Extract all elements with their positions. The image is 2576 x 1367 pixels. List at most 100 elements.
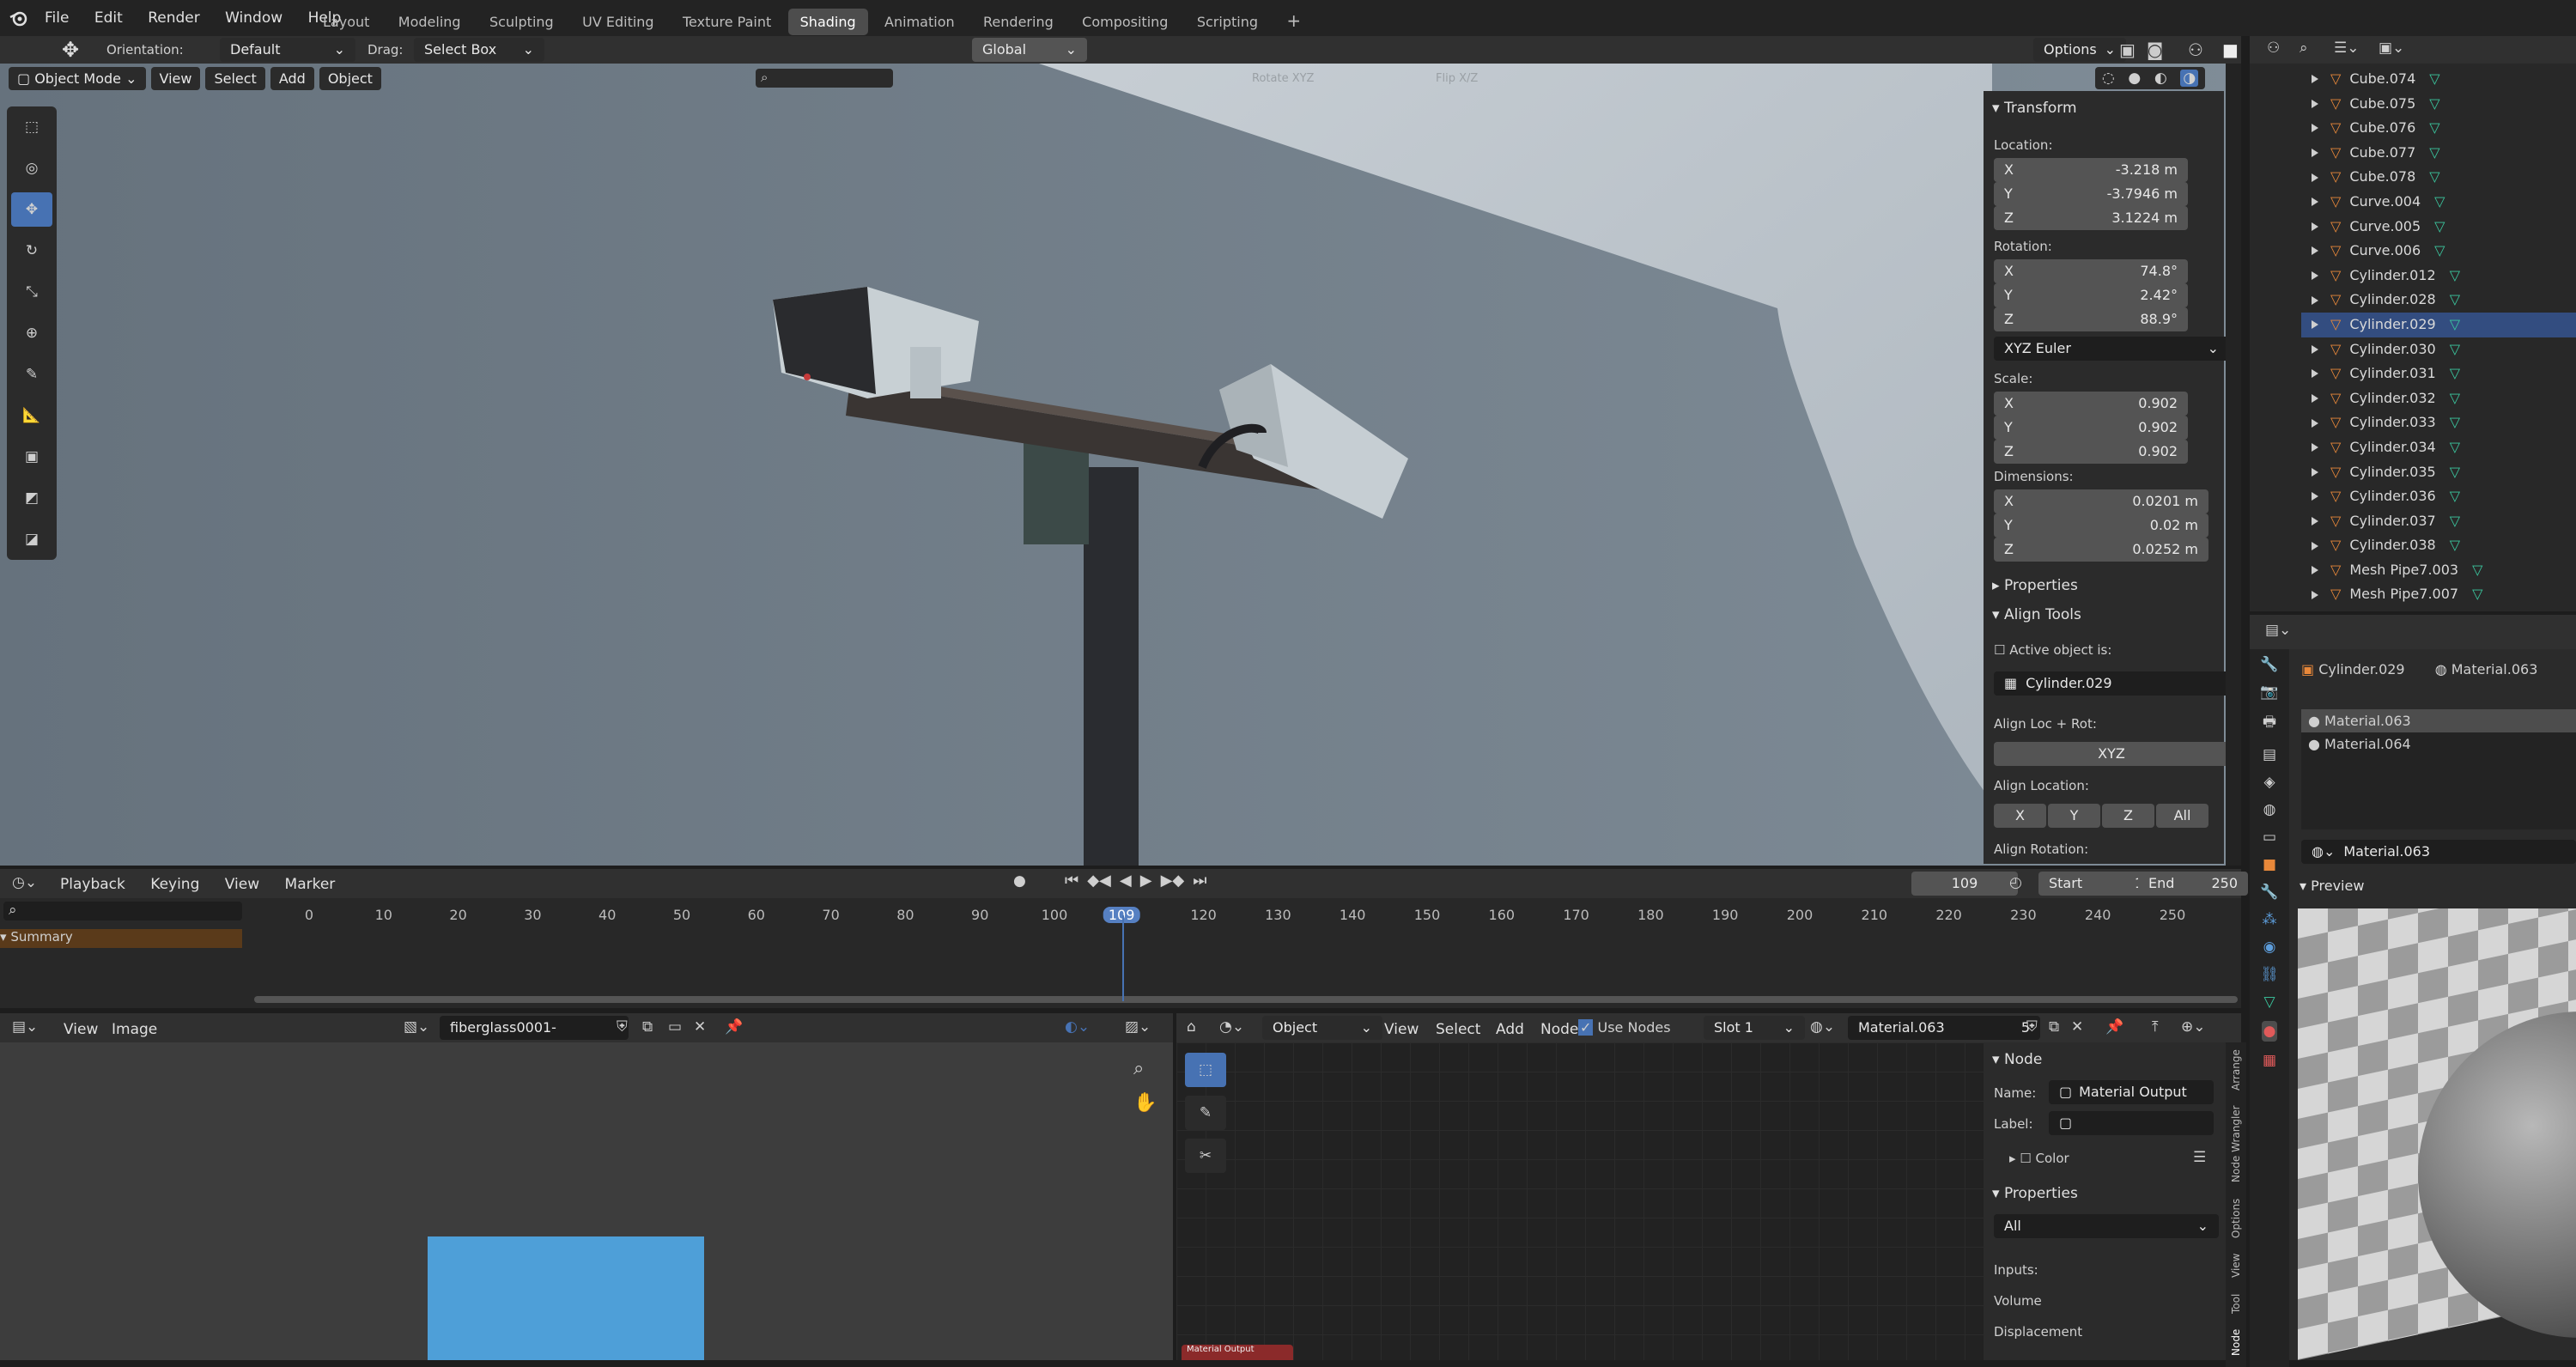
outliner-item[interactable]: ▽ Cylinder.012 ▽	[2301, 264, 2576, 289]
expand-arrow-icon[interactable]	[2312, 173, 2318, 182]
snap-icon[interactable]: ⊕⌄	[2181, 1018, 2206, 1036]
image-editor-icon[interactable]: ▤⌄	[12, 1018, 38, 1036]
material-tab-icon[interactable]: ●	[2261, 1021, 2278, 1042]
expand-arrow-icon[interactable]	[2312, 124, 2318, 133]
rotation-z-field[interactable]: Z 88.9°	[1994, 307, 2188, 331]
clock-icon[interactable]: ◴	[2009, 874, 2022, 891]
expand-arrow-icon[interactable]	[2312, 344, 2318, 354]
node-label-field[interactable]: ▢	[2049, 1111, 2214, 1135]
tab-options[interactable]: Options	[2230, 1198, 2242, 1237]
view-mode-icon[interactable]: ▨⌄	[1125, 1018, 1151, 1036]
filter-icon[interactable]: ⌕	[2300, 39, 2308, 57]
node-link-cut-tool-icon[interactable]: ✂	[1185, 1139, 1226, 1173]
orientation-dropdown[interactable]: Default ⌄	[220, 38, 355, 62]
timeline-scrollbar[interactable]	[254, 996, 2238, 1003]
expand-arrow-icon[interactable]	[2312, 75, 2318, 84]
mesh-data-icon[interactable]: ▽	[2434, 215, 2445, 240]
node-name-field[interactable]: ▢ Material Output	[2049, 1080, 2214, 1104]
render-icon[interactable]: ▣	[2119, 39, 2136, 60]
outliner-item[interactable]: ▽ Cylinder.028 ▽	[2301, 288, 2576, 313]
mesh-data-icon[interactable]: ▽	[2450, 410, 2460, 435]
rotation-y-field[interactable]: Y 2.42°	[1994, 283, 2188, 307]
slot-dropdown[interactable]: Slot 1 ⌄	[1704, 1016, 1805, 1040]
expand-arrow-icon[interactable]	[2312, 295, 2318, 305]
node-add-menu[interactable]: Add	[1485, 1018, 1534, 1042]
xyz-button[interactable]: XYZ	[1994, 742, 2229, 766]
display-channels-icon[interactable]: ◐⌄	[1065, 1018, 1090, 1036]
modifier-tab-icon[interactable]: 🔧	[2260, 884, 2278, 901]
tab-layout[interactable]: Layout	[311, 9, 381, 35]
mesh-data-icon[interactable]: ▽	[2472, 558, 2482, 583]
expand-arrow-icon[interactable]	[2312, 271, 2318, 281]
expand-arrow-icon[interactable]	[2312, 320, 2318, 330]
mesh-data-icon[interactable]: ▽	[2434, 239, 2445, 264]
tab-scripting[interactable]: Scripting	[1185, 9, 1270, 35]
mesh-data-icon[interactable]: ▽	[2429, 116, 2439, 141]
outliner-item[interactable]: ▽ Mesh Pipe7.007 ▽	[2301, 582, 2576, 607]
expand-arrow-icon[interactable]	[2312, 492, 2318, 501]
expand-arrow-icon[interactable]	[2312, 369, 2318, 379]
select-box-tool-icon[interactable]: ⬚	[11, 110, 52, 144]
mesh-data-icon[interactable]: ▽	[2434, 190, 2445, 215]
timeline-search[interactable]: ⌕	[3, 902, 242, 920]
mesh-data-icon[interactable]: ▽	[2450, 435, 2460, 460]
view-layer-tab-icon[interactable]: ▤	[2263, 746, 2276, 763]
marker-menu[interactable]: Marker	[275, 872, 346, 896]
pan-hand-icon[interactable]: ✋	[1133, 1092, 1157, 1114]
viewport-menu-view[interactable]: View	[150, 67, 201, 90]
color-subpanel[interactable]: ▸ ☐ Color	[2009, 1151, 2069, 1166]
unlink-material-icon[interactable]: ✕	[2071, 1018, 2083, 1036]
rendered-shading-icon[interactable]: ◑	[2180, 70, 2199, 87]
solid-shading-icon[interactable]: ●	[2128, 70, 2141, 87]
play-reverse-icon[interactable]: ◀	[1120, 872, 1132, 890]
expand-arrow-icon[interactable]	[2312, 443, 2318, 453]
tab-sculpting[interactable]: Sculpting	[477, 9, 566, 35]
texture-tab-icon[interactable]: ▦	[2263, 1052, 2276, 1069]
outliner-item[interactable]: ▽ Curve.006 ▽	[2301, 239, 2576, 264]
material-output-node[interactable]: Material Output	[1182, 1345, 1293, 1360]
tab-tool[interactable]: Tool	[2230, 1293, 2242, 1313]
image-canvas[interactable]: ⌕ ✋	[0, 1042, 1173, 1360]
tab-shading[interactable]: Shading	[787, 9, 868, 35]
tab-animation[interactable]: Animation	[872, 9, 967, 35]
scene-icon[interactable]: ⚇	[2188, 39, 2203, 60]
close-icon[interactable]: ■	[2222, 39, 2239, 60]
tab-view[interactable]: View	[2230, 1254, 2242, 1278]
expand-arrow-icon[interactable]	[2312, 418, 2318, 428]
collection-tab-icon[interactable]: ▭	[2263, 829, 2276, 846]
prev-keyframe-icon[interactable]: ◆◀	[1087, 872, 1111, 890]
viewport-search[interactable]: ⌕	[756, 69, 893, 88]
bevel-tool-icon[interactable]: ◩	[11, 481, 52, 515]
move-tool-icon[interactable]: ✥	[11, 192, 52, 227]
outliner-item[interactable]: ▽ Cylinder.031 ▽	[2301, 361, 2576, 386]
drag-dropdown[interactable]: Select Box ⌄	[414, 38, 544, 62]
location-y-field[interactable]: Y -3.7946 m	[1994, 182, 2188, 206]
menu-file[interactable]: File	[34, 6, 79, 30]
add-cube-tool-icon[interactable]: ▣	[11, 440, 52, 474]
mesh-data-icon[interactable]: ▽	[2450, 361, 2460, 386]
transform-tool-icon[interactable]: ⊕	[11, 316, 52, 350]
list-icon[interactable]: ☰	[2193, 1149, 2206, 1166]
outliner-item[interactable]: ▽ Cylinder.038 ▽	[2301, 533, 2576, 558]
expand-arrow-icon[interactable]	[2312, 149, 2318, 158]
new-collection-icon[interactable]: ▣⌄	[2379, 39, 2404, 57]
tab-rendering[interactable]: Rendering	[971, 9, 1066, 35]
node-properties-header[interactable]: ▾ Properties	[1992, 1185, 2078, 1202]
duplicate-material-icon[interactable]: ⧉	[2049, 1018, 2059, 1036]
mesh-data-icon[interactable]: ▽	[2450, 337, 2460, 362]
start-frame-field[interactable]: Start1	[2038, 872, 2154, 896]
jump-start-icon[interactable]: ⏮	[1065, 872, 1078, 890]
shader-type-icon[interactable]: ◔⌄	[1219, 1018, 1244, 1036]
mesh-data-icon[interactable]: ▽	[2450, 460, 2460, 485]
material-slot-list[interactable]: ● Material.063 ● Material.064	[2301, 709, 2576, 829]
mesh-data-icon[interactable]: ▽	[2450, 313, 2460, 337]
scale-tool-icon[interactable]: ⤡	[11, 275, 52, 309]
object-type-dropdown[interactable]: Object ⌄	[1262, 1016, 1382, 1040]
fake-user-icon[interactable]: ⛨	[617, 1018, 628, 1036]
transform-panel-header[interactable]: ▾ Transform	[1992, 100, 2077, 117]
node-panel-header[interactable]: ▾ Node	[1992, 1051, 2042, 1068]
expand-arrow-icon[interactable]	[2312, 566, 2318, 575]
particles-tab-icon[interactable]: ⁂	[2263, 911, 2277, 928]
transform-tool-icon[interactable]: ✥	[62, 38, 79, 62]
timeline-view-menu[interactable]: View	[215, 872, 270, 896]
